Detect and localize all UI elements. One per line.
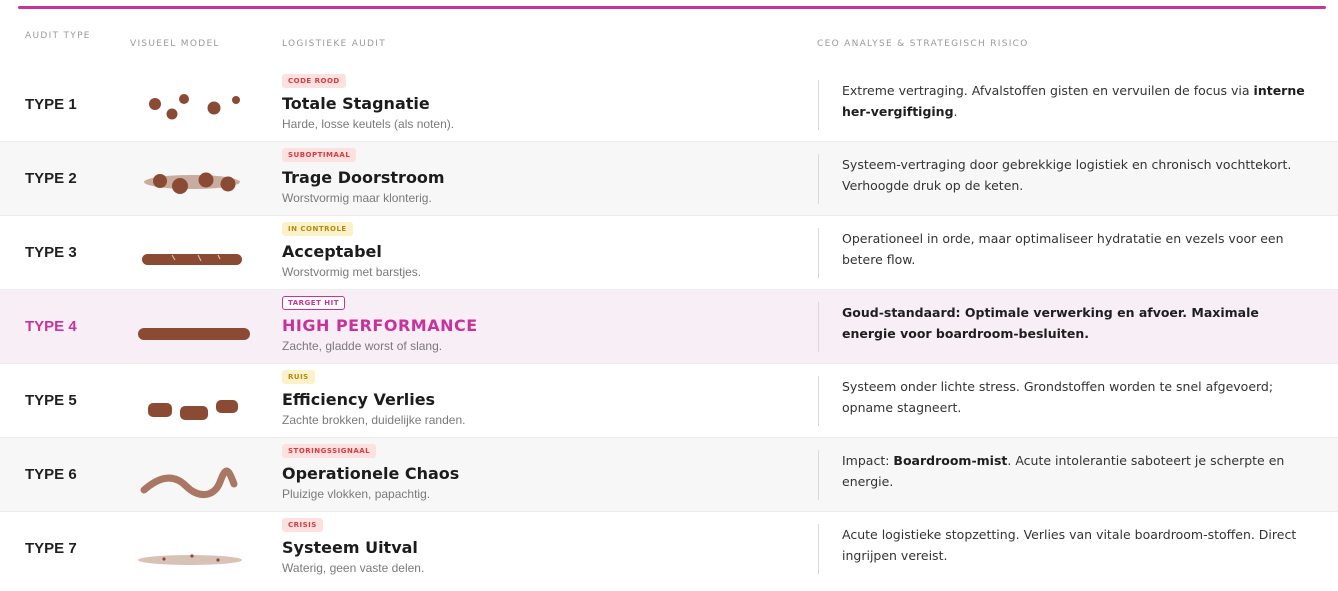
type-label: TYPE 1	[25, 96, 77, 113]
header-audit-type: AUDIT TYPE	[25, 31, 91, 41]
stool-type-1-icon	[149, 94, 240, 120]
table-row-type-3: TYPE 3 IN CONTROLE Acceptabel Worstvormi…	[0, 216, 1338, 290]
table-row-type-7: TYPE 7 CRISIS Systeem Uitval Waterig, ge…	[0, 512, 1338, 591]
ceo-analysis-text: Acute logistieke stopzetting. Verlies va…	[842, 527, 1297, 563]
analysis-emphasis: Boardroom-mist	[893, 453, 1008, 468]
audit-title: Efficiency Verlies	[282, 390, 436, 409]
audit-title: Acceptabel	[282, 242, 382, 261]
status-badge: CRISIS	[282, 518, 323, 532]
table-row-type-1: TYPE 1 CODE ROOD Totale Stagnatie Harde,…	[0, 68, 1338, 142]
audit-title: Totale Stagnatie	[282, 94, 430, 113]
ceo-analysis-text: Systeem-vertraging door gebrekkige logis…	[842, 157, 1292, 193]
divider	[818, 302, 819, 352]
type-label: TYPE 3	[25, 244, 77, 261]
stool-type-5-icon	[148, 400, 238, 420]
table-row-type-4: TYPE 4 TARGET HIT HIGH PERFORMANCE Zacht…	[0, 290, 1338, 364]
ceo-analysis-text: Extreme vertraging. Afvalstoffen gisten …	[842, 83, 1305, 119]
header-visual-model: VISUEEL MODEL	[130, 39, 220, 49]
audit-title: Systeem Uitval	[282, 538, 418, 557]
status-badge: TARGET HIT	[282, 296, 346, 310]
status-badge: IN CONTROLE	[282, 222, 353, 236]
stool-type-6-icon	[140, 467, 238, 498]
type-label: TYPE 4	[25, 318, 77, 335]
audit-subtitle: Zachte, gladde worst of slang.	[282, 339, 443, 353]
divider	[818, 154, 819, 204]
status-badge: RUIS	[282, 370, 315, 384]
audit-title: Operationele Chaos	[282, 464, 460, 483]
audit-subtitle: Harde, losse keutels (als noten).	[282, 117, 455, 131]
header-logistic-audit: LOGISTIEKE AUDIT	[282, 39, 387, 49]
header-ceo-analysis: CEO ANALYSE & STRATEGISCH RISICO	[817, 39, 1029, 49]
stool-type-7-icon	[138, 554, 242, 565]
type-label: TYPE 2	[25, 170, 77, 187]
status-badge: SUBOPTIMAAL	[282, 148, 357, 162]
stool-type-2-icon	[144, 172, 240, 194]
audit-title: HIGH PERFORMANCE	[282, 316, 478, 335]
stool-type-4-icon	[138, 328, 250, 340]
divider	[818, 450, 819, 500]
ceo-analysis-text: Operationeel in orde, maar optimaliseer …	[842, 231, 1284, 267]
type-label: TYPE 6	[25, 466, 77, 483]
type-label: TYPE 5	[25, 392, 77, 409]
top-accent-line	[18, 6, 1326, 9]
audit-title: Trage Doorstroom	[282, 168, 445, 187]
ceo-analysis-text: Systeem onder lichte stress. Grondstoffe…	[842, 379, 1274, 415]
type-label: TYPE 7	[25, 540, 77, 557]
divider	[818, 376, 819, 426]
divider	[818, 524, 819, 574]
audit-subtitle: Zachte brokken, duidelijke randen.	[282, 413, 466, 427]
table-row-type-2: TYPE 2 SUBOPTIMAAL Trage Doorstroom Wors…	[0, 142, 1338, 216]
stool-type-3-icon	[142, 254, 242, 265]
status-badge: STORINGSSIGNAAL	[282, 444, 377, 458]
table-row-type-6: TYPE 6 STORINGSSIGNAAL Operationele Chao…	[0, 438, 1338, 512]
audit-subtitle: Worstvormig maar klonterig.	[282, 191, 432, 205]
divider	[818, 228, 819, 278]
audit-subtitle: Waterig, geen vaste delen.	[282, 561, 425, 575]
ceo-analysis-text: Impact: Boardroom-mist. Acute intolerant…	[842, 453, 1285, 489]
divider	[818, 80, 819, 130]
status-badge: CODE ROOD	[282, 74, 346, 88]
ceo-analysis-text: Goud-standaard: Optimale verwerking en a…	[842, 305, 1259, 341]
audit-subtitle: Pluizige vlokken, papachtig.	[282, 487, 431, 501]
table-row-type-5: TYPE 5 RUIS Efficiency Verlies Zachte br…	[0, 364, 1338, 438]
audit-subtitle: Worstvormig met barstjes.	[282, 265, 422, 279]
